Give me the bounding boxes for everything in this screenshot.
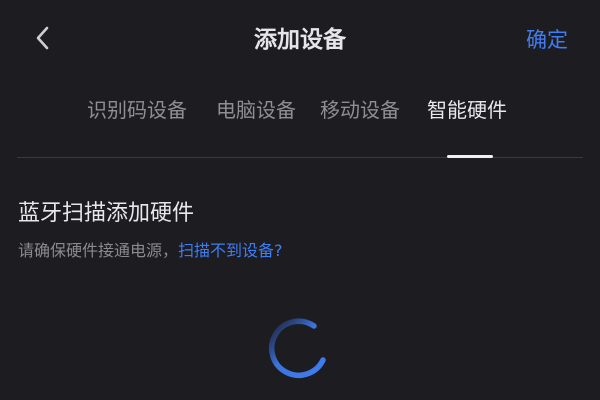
tabs-divider bbox=[17, 157, 583, 158]
tab-mobile-device[interactable]: 移动设备 bbox=[320, 94, 400, 126]
hint-line: 请确保硬件接通电源，扫描不到设备? bbox=[18, 238, 283, 264]
tab-computer-device[interactable]: 电脑设备 bbox=[216, 94, 296, 126]
section-title: 蓝牙扫描添加硬件 bbox=[18, 201, 195, 226]
hint-text: 请确保硬件接通电源， bbox=[18, 241, 179, 260]
device-type-tabs: 识别码设备 电脑设备 移动设备 智能硬件 bbox=[0, 90, 600, 158]
cannot-find-device-link[interactable]: 扫描不到设备? bbox=[178, 241, 283, 260]
page-title: 添加设备 bbox=[254, 27, 346, 53]
tab-id-code-device[interactable]: 识别码设备 bbox=[87, 94, 187, 126]
confirm-button[interactable]: 确定 bbox=[526, 22, 568, 58]
active-tab-indicator bbox=[447, 155, 493, 158]
spinner-icon bbox=[265, 313, 331, 379]
add-device-screen: 添加设备 确定 识别码设备 电脑设备 移动设备 智能硬件 蓝牙扫描添加硬件 请确… bbox=[0, 0, 600, 400]
tab-smart-hardware[interactable]: 智能硬件 bbox=[427, 94, 507, 126]
